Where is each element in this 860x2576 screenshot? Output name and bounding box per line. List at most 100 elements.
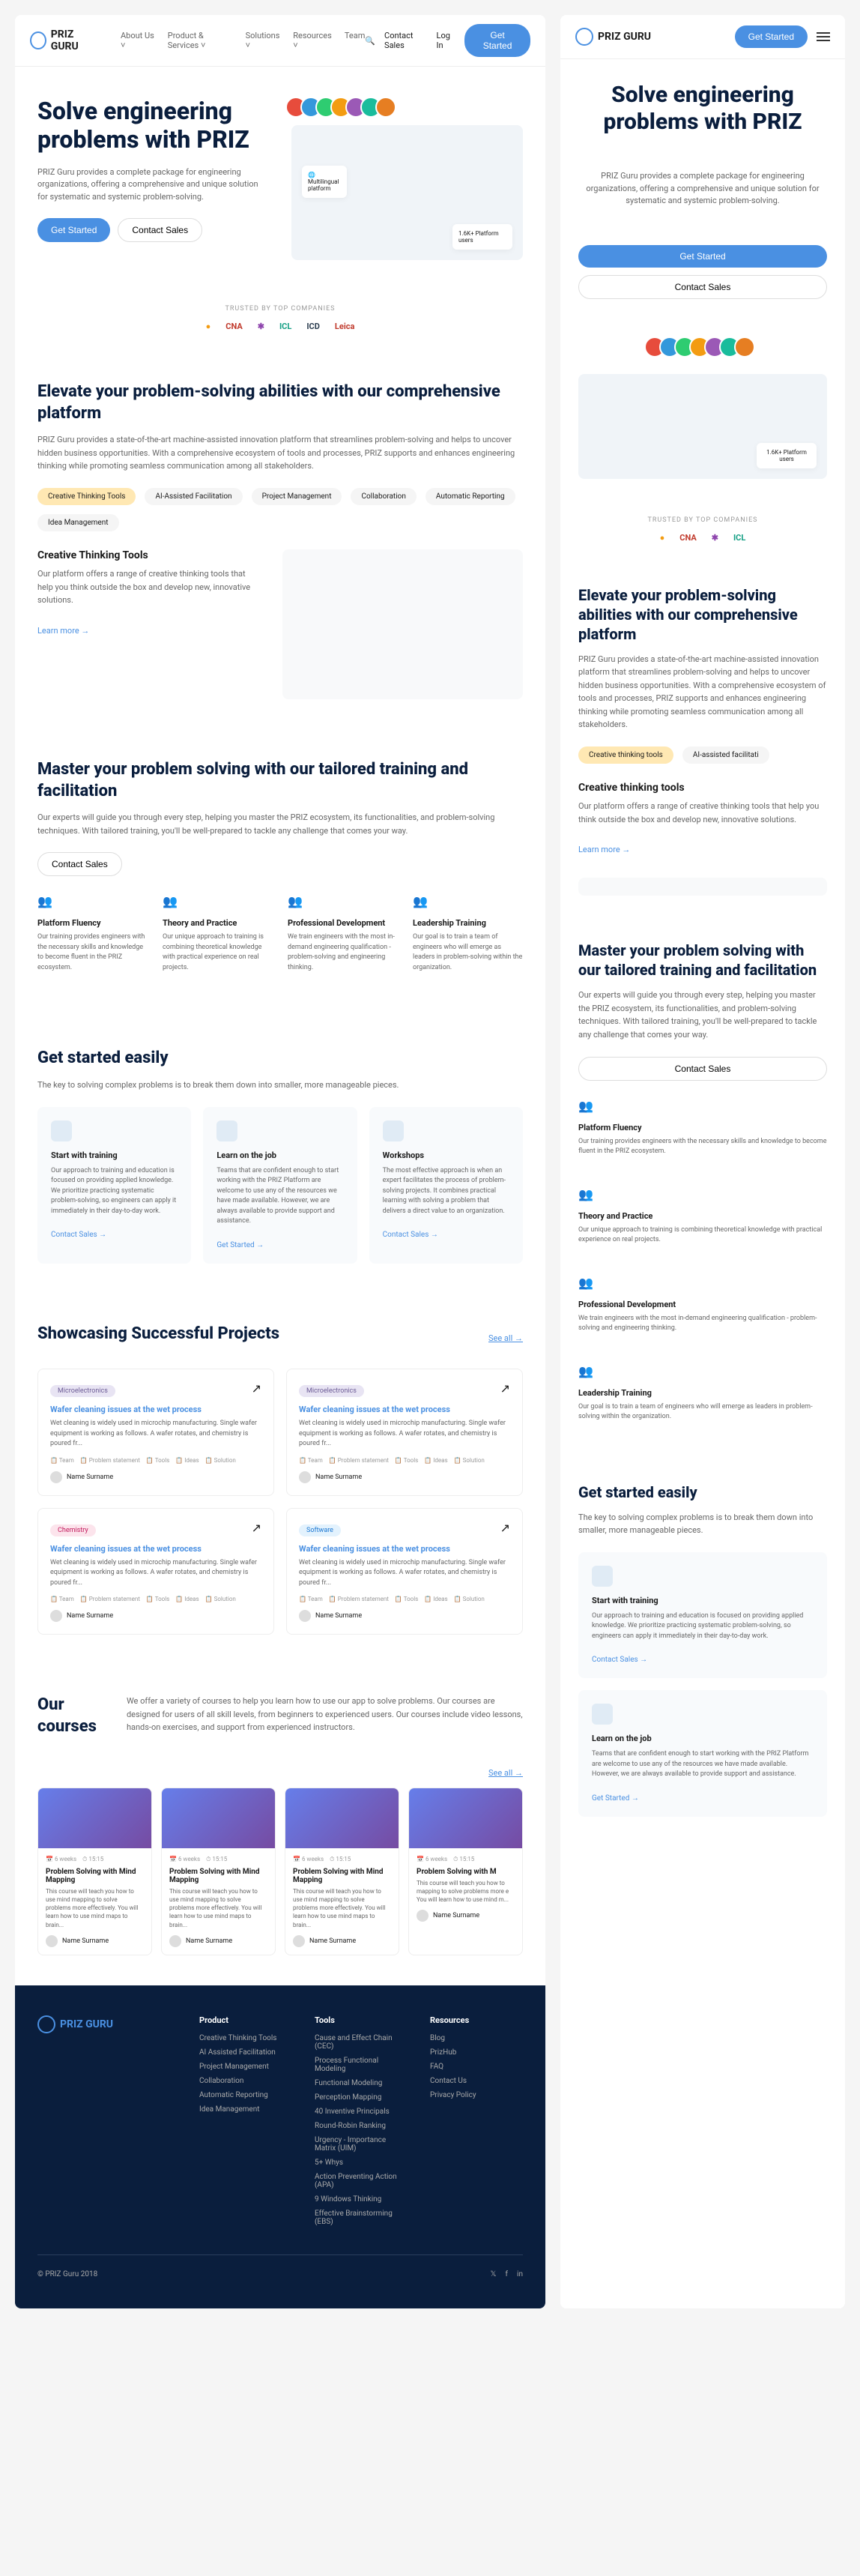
training-grid: 👥Platform FluencyOur training provides e… (37, 894, 523, 988)
hero-contact-sales[interactable]: Contact Sales (578, 275, 827, 299)
courses-see-all[interactable]: See all → (488, 1768, 523, 1778)
course-card[interactable]: 📅 6 weeks⏱ 15:15Problem Solving with Min… (37, 1788, 152, 1955)
tab-automatic-reporting[interactable]: Automatic Reporting (426, 488, 515, 505)
footer-link[interactable]: Cause and Effect Chain (CEC) (315, 2034, 408, 2051)
nav-team[interactable]: Team (345, 31, 366, 50)
course-title: Problem Solving with Mind Mapping (293, 1868, 391, 1884)
tab-project-management[interactable]: Project Management (252, 488, 342, 505)
nav-about[interactable]: About Us ˅ (121, 31, 156, 50)
footer-link[interactable]: Round-Robin Ranking (315, 2122, 408, 2130)
footer-link[interactable]: 40 Inventive Principals (315, 2108, 408, 2116)
get-started-subtitle: The key to solving complex problems is t… (37, 1079, 523, 1092)
card-link[interactable]: Get Started → (216, 1241, 264, 1249)
card-link[interactable]: Contact Sales → (51, 1231, 106, 1239)
tab[interactable]: Creative thinking tools (578, 746, 673, 764)
learn-more-link[interactable]: Learn more → (37, 626, 89, 636)
feature-desc: Our platform offers a range of creative … (37, 567, 260, 607)
project-tag: Microelectronics (50, 1385, 115, 1397)
footer-link[interactable]: Collaboration (199, 2077, 292, 2085)
tab-ai-assisted-facilitation[interactable]: AI-Assisted Facilitation (145, 488, 242, 505)
logo-icon (30, 31, 46, 49)
course-author: Name Surname (293, 1935, 391, 1947)
footer-link[interactable]: Contact Us (430, 2077, 523, 2085)
project-card[interactable]: Software↗Wafer cleaning issues at the we… (286, 1508, 523, 1635)
hero-contact-sales[interactable]: Contact Sales (118, 218, 202, 242)
projects-see-all[interactable]: See all → (488, 1333, 523, 1343)
training-icon: 👥 (578, 1364, 596, 1382)
external-icon[interactable]: ↗ (252, 1381, 261, 1396)
hero-get-started[interactable]: Get Started (578, 245, 827, 268)
nav-contact-sales[interactable]: Contact Sales (384, 31, 427, 50)
logo-icon (37, 2015, 55, 2033)
course-card[interactable]: 📅 6 weeks⏱ 15:15Problem Solving with MTh… (408, 1788, 523, 1955)
logo[interactable]: PRIZ GURU (575, 28, 651, 46)
footer-link[interactable]: FAQ (430, 2063, 523, 2071)
footer-link[interactable]: Urgency - Importance Matrix (UIM) (315, 2136, 408, 2153)
hero-get-started[interactable]: Get Started (37, 218, 110, 242)
footer-link[interactable]: 9 Windows Thinking (315, 2195, 408, 2204)
project-desc: Wet cleaning is widely used in microchip… (50, 1558, 261, 1589)
external-icon[interactable]: ↗ (252, 1521, 261, 1535)
course-card[interactable]: 📅 6 weeks⏱ 15:15Problem Solving with Min… (285, 1788, 399, 1955)
project-card[interactable]: Microelectronics↗Wafer cleaning issues a… (286, 1369, 523, 1496)
tab-creative-thinking-tools[interactable]: Creative Thinking Tools (37, 488, 136, 505)
footer-link[interactable]: Creative Thinking Tools (199, 2034, 292, 2042)
training-item-title: Theory and Practice (578, 1211, 827, 1221)
tab[interactable]: AI-assisted facilitati (682, 746, 769, 764)
search-icon[interactable]: 🔍 (365, 36, 375, 46)
card-link[interactable]: Contact Sales → (383, 1231, 438, 1239)
project-card[interactable]: Chemistry↗Wafer cleaning issues at the w… (37, 1508, 274, 1635)
external-icon[interactable]: ↗ (500, 1381, 510, 1396)
training-item-title: Professional Development (578, 1300, 827, 1309)
footer-link[interactable]: Perception Mapping (315, 2093, 408, 2102)
training-icon: 👥 (578, 1099, 596, 1117)
footer-link[interactable]: Project Management (199, 2063, 292, 2071)
course-card[interactable]: 📅 6 weeks⏱ 15:15Problem Solving with Min… (161, 1788, 276, 1955)
menu-icon[interactable] (817, 32, 830, 41)
course-image (409, 1788, 522, 1848)
footer-link[interactable]: PrizHub (430, 2048, 523, 2057)
footer-link[interactable]: Blog (430, 2034, 523, 2042)
tab-idea-management[interactable]: Idea Management (37, 514, 119, 531)
footer-link[interactable]: 5+ Whys (315, 2159, 408, 2167)
footer-logo[interactable]: PRIZ GURU (37, 2015, 177, 2033)
footer-link[interactable]: Functional Modeling (315, 2079, 408, 2087)
tab-collaboration[interactable]: Collaboration (351, 488, 416, 505)
facebook-icon[interactable]: f (506, 2270, 508, 2278)
footer-link[interactable]: Action Preventing Action (APA) (315, 2173, 408, 2189)
training-section: Master your problem solving with our tai… (15, 729, 545, 1018)
nav-login[interactable]: Log In (437, 31, 456, 50)
footer-link[interactable]: AI Assisted Facilitation (199, 2048, 292, 2057)
external-icon[interactable]: ↗ (500, 1521, 510, 1535)
get-started-button[interactable]: Get Started (464, 24, 530, 57)
training-item: 👥Platform FluencyOur training provides e… (578, 1099, 827, 1172)
training-cta[interactable]: Contact Sales (37, 852, 122, 876)
project-author: Name Surname (50, 1610, 261, 1622)
card-link[interactable]: Contact Sales → (592, 1656, 647, 1664)
footer-link[interactable]: Privacy Policy (430, 2091, 523, 2099)
card-icon (383, 1120, 404, 1141)
card-desc: Teams that are confident enough to start… (592, 1749, 814, 1780)
footer-link[interactable]: Idea Management (199, 2105, 292, 2114)
course-meta: 📅 6 weeks⏱ 15:15 (417, 1856, 515, 1863)
footer-link[interactable]: Effective Brainstorming (EBS) (315, 2209, 408, 2226)
training-icon: 👥 (578, 1276, 596, 1294)
nav-solutions[interactable]: Solutions ˅ (246, 31, 282, 50)
footer-link[interactable]: Process Functional Modeling (315, 2057, 408, 2073)
nav-resources[interactable]: Resources ˅ (293, 31, 333, 50)
get-started-button[interactable]: Get Started (735, 25, 808, 48)
get-started-title: Get started easily (578, 1482, 827, 1502)
footer-link[interactable]: Automatic Reporting (199, 2091, 292, 2099)
company-logo: ✱ (712, 533, 718, 548)
card-link[interactable]: Get Started → (592, 1794, 639, 1803)
logo[interactable]: PRIZ GURU (30, 28, 98, 52)
twitter-icon[interactable]: 𝕏 (490, 2270, 496, 2278)
training-cta[interactable]: Contact Sales (578, 1057, 827, 1081)
project-card[interactable]: Microelectronics↗Wafer cleaning issues a… (37, 1369, 274, 1496)
training-desc: Our experts will guide you through every… (37, 811, 523, 837)
training-item: 👥Theory and PracticeOur unique approach … (578, 1187, 827, 1261)
linkedin-icon[interactable]: in (517, 2270, 523, 2278)
training-item: 👥Professional DevelopmentWe train engine… (288, 894, 398, 988)
learn-more-link[interactable]: Learn more → (578, 845, 630, 854)
nav-products[interactable]: Product & Services ˅ (168, 31, 234, 50)
